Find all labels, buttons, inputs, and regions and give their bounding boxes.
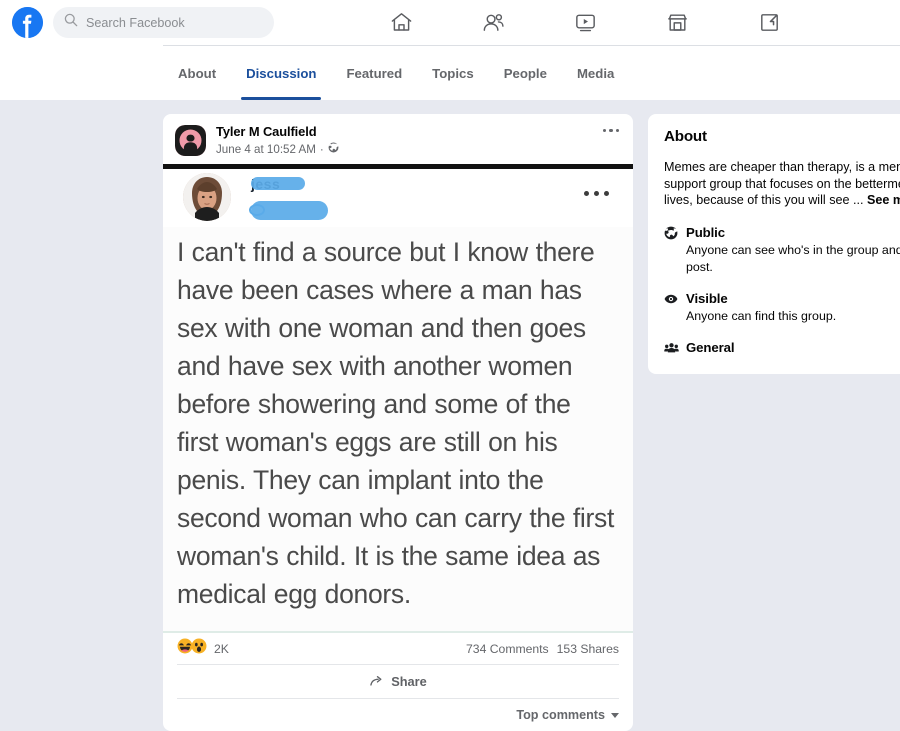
about-row-public-body: Public Anyone can see who's in the group…	[686, 224, 900, 275]
tab-discussion[interactable]: Discussion	[231, 46, 331, 100]
about-row-general-heading: General	[686, 339, 735, 355]
post-counts: 734 Comments 153 Shares	[466, 642, 619, 656]
group-tabstrip-container: About Discussion Featured Topics People …	[0, 45, 900, 100]
nav-watch-button[interactable]	[539, 0, 631, 45]
about-row-public: Public Anyone can see who's in the group…	[664, 224, 900, 275]
share-arrow-icon	[369, 673, 384, 691]
globe-icon	[664, 224, 686, 275]
tab-topics[interactable]: Topics	[417, 46, 489, 100]
post-author-block: Tyler M Caulfield June 4 at 10:52 AM ·	[216, 124, 339, 158]
comment-count[interactable]: 734 Comments	[466, 642, 549, 656]
people-group-icon	[664, 339, 686, 356]
embedded-avatar	[183, 173, 231, 221]
tab-media[interactable]: Media	[562, 46, 629, 100]
primary-nav	[355, 0, 815, 45]
friends-icon	[481, 10, 506, 35]
about-description-line-3-text: lives, because of this you will see ...	[664, 193, 864, 207]
embedded-screenshot-image[interactable]: jess I can't find a source but I know th…	[163, 164, 633, 633]
tab-featured[interactable]: Featured	[331, 46, 417, 100]
about-row-visible-heading: Visible	[686, 290, 728, 306]
facebook-logo-icon[interactable]	[12, 7, 43, 38]
embedded-more-options-icon	[584, 191, 609, 196]
wow-reaction-icon	[191, 638, 207, 659]
see-more-link[interactable]: See mor	[867, 193, 900, 207]
watch-video-icon	[573, 10, 598, 35]
home-icon	[389, 10, 414, 35]
embedded-post-header: jess	[163, 169, 633, 227]
search-input[interactable]: Search Facebook	[53, 7, 274, 38]
share-button[interactable]: Share	[369, 673, 427, 691]
post-timestamp-row: June 4 at 10:52 AM ·	[216, 142, 339, 158]
group-tabs: About Discussion Featured Topics People …	[163, 46, 629, 100]
nav-home-button[interactable]	[355, 0, 447, 45]
about-row-general: General	[664, 339, 900, 356]
chevron-down-icon	[611, 712, 619, 718]
avatar[interactable]	[175, 125, 206, 156]
share-count[interactable]: 153 Shares	[557, 642, 619, 656]
about-description-line-1: Memes are cheaper than therapy, is a men…	[664, 160, 900, 174]
search-placeholder-text: Search Facebook	[86, 15, 185, 30]
page-content: Tyler M Caulfield June 4 at 10:52 AM · I…	[0, 100, 900, 731]
nav-marketplace-button[interactable]	[631, 0, 723, 45]
redaction-mark-timestamp	[251, 201, 328, 220]
nav-friends-button[interactable]	[447, 0, 539, 45]
about-panel-title: About	[664, 128, 707, 145]
post-timestamp[interactable]: June 4 at 10:52 AM	[216, 142, 316, 158]
search-icon	[64, 13, 78, 32]
post-header: Tyler M Caulfield June 4 at 10:52 AM ·	[163, 114, 633, 164]
marketplace-shop-icon	[665, 10, 690, 35]
about-row-general-body: General	[686, 339, 900, 356]
tab-people[interactable]: People	[489, 46, 562, 100]
comments-sort-bar: Top comments	[177, 699, 619, 731]
feed-post-card: Tyler M Caulfield June 4 at 10:52 AM · I…	[163, 114, 633, 731]
embedded-post-text: I can't find a source but I know there h…	[177, 237, 615, 609]
about-description-line-3: lives, because of this you will see ... …	[664, 192, 900, 209]
globe-icon	[328, 142, 339, 158]
post-author-name[interactable]: Tyler M Caulfield	[216, 124, 339, 140]
about-row-visible-body: Visible Anyone can find this group.	[686, 290, 900, 324]
about-description: Memes are cheaper than therapy, is a men…	[664, 159, 900, 209]
top-navigation-bar: Search Facebook	[0, 0, 900, 45]
top-comments-label: Top comments	[516, 708, 605, 722]
reaction-count: 2K	[214, 641, 229, 656]
about-row-public-sub2: post.	[686, 259, 713, 274]
post-action-bar: Share	[177, 665, 619, 699]
gaming-icon	[757, 10, 782, 35]
post-more-options-icon[interactable]	[602, 129, 619, 133]
tab-about[interactable]: About	[163, 46, 231, 100]
top-comments-dropdown[interactable]: Top comments	[516, 708, 619, 722]
share-button-label: Share	[391, 674, 427, 689]
about-row-public-sub: Anyone can see who's in the group and	[686, 242, 900, 257]
timestamp-separator: ·	[319, 143, 324, 156]
about-row-visible: Visible Anyone can find this group.	[664, 290, 900, 324]
about-description-line-2: support group that focuses on the better…	[664, 176, 900, 191]
eye-icon	[664, 290, 686, 324]
about-row-visible-sub: Anyone can find this group.	[686, 308, 837, 323]
nav-gaming-button[interactable]	[723, 0, 815, 45]
redaction-mark-name	[251, 177, 305, 190]
about-panel: About Memes are cheaper than therapy, is…	[648, 114, 900, 374]
embedded-post-body: I can't find a source but I know there h…	[163, 227, 633, 631]
reaction-emoji-group[interactable]: 2K	[177, 638, 229, 659]
post-engagement-row: 2K 734 Comments 153 Shares	[177, 633, 619, 665]
about-row-public-heading: Public	[686, 224, 725, 240]
